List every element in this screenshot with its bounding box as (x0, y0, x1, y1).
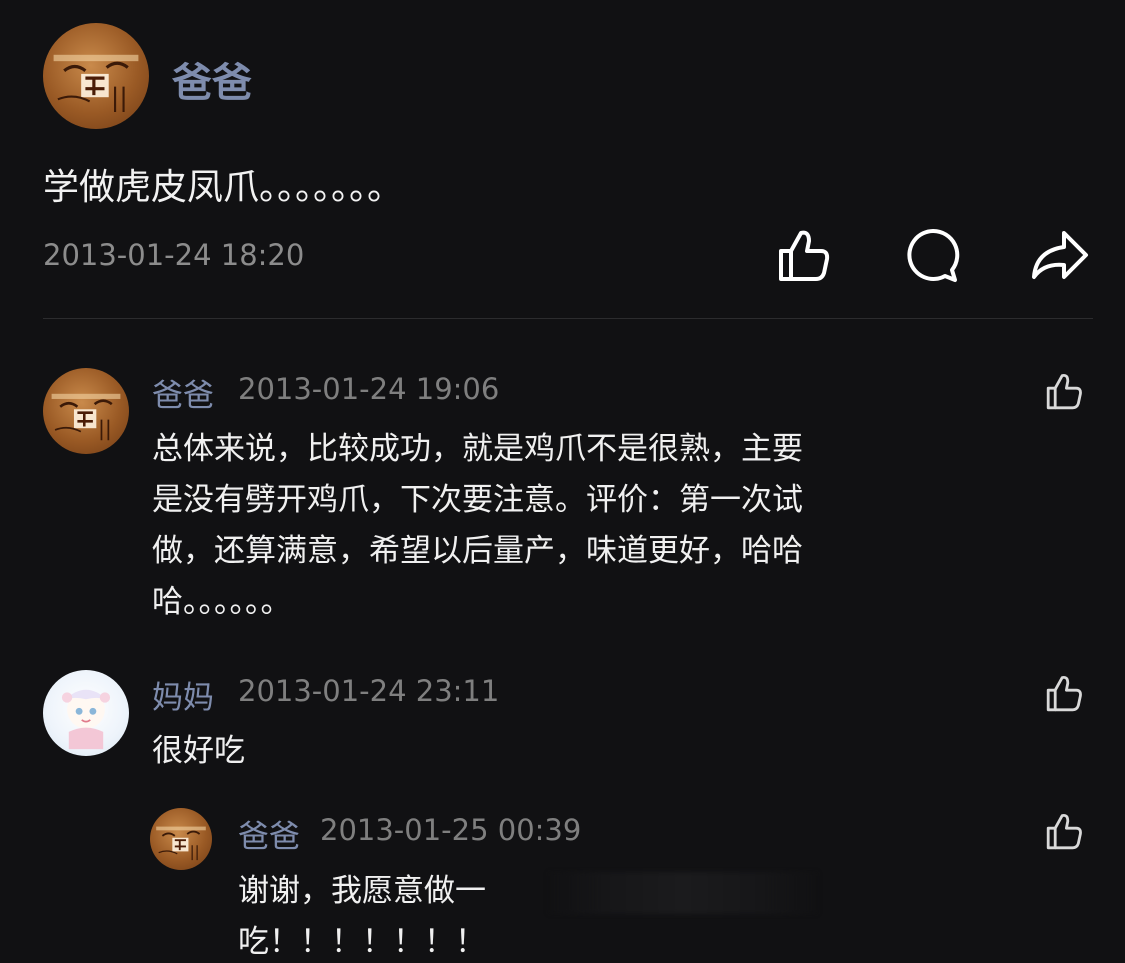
comment-avatar[interactable] (43, 368, 129, 454)
reply-like-icon[interactable] (1044, 810, 1086, 852)
comment-time: 2013-01-24 23:11 (238, 674, 500, 708)
post-author-name[interactable]: 爸爸 (172, 50, 252, 108)
comment-line: 总体来说，比较成功，就是鸡爪不是很熟，主要 (152, 431, 803, 467)
comment-author[interactable]: 妈妈 (152, 672, 214, 717)
share-icon[interactable] (1030, 225, 1090, 285)
post-timestamp: 2013-01-24 18:20 (43, 238, 305, 272)
comment-text: 总体来说，比较成功，就是鸡爪不是很熟，主要 是没有劈开鸡爪，下次要注意。评价：第… (152, 424, 992, 628)
reply-time: 2013-01-25 00:39 (320, 813, 582, 847)
like-icon[interactable] (775, 225, 835, 285)
reply-author[interactable]: 爸爸 (238, 811, 300, 856)
avatar-artwork (53, 54, 139, 113)
comment-text: 很好吃 (152, 733, 245, 769)
comment-line: 做，还算满意，希望以后量产，味道更好，哈哈 (152, 533, 803, 569)
post-content: 学做虎皮凤爪。。。。。。。 (43, 167, 404, 208)
comment-like-icon[interactable] (1044, 370, 1086, 412)
redaction-blur (548, 872, 818, 914)
comment-avatar[interactable] (43, 670, 129, 756)
reply-line: 吃！！！！！！！ (238, 924, 486, 960)
comment-time: 2013-01-24 19:06 (238, 372, 500, 406)
comment-line: 哈。。。。。。 (152, 584, 292, 620)
divider (43, 318, 1093, 319)
reply-avatar[interactable] (150, 808, 212, 870)
comment-author[interactable]: 爸爸 (152, 370, 214, 415)
comment-like-icon[interactable] (1044, 672, 1086, 714)
comment-line: 是没有劈开鸡爪，下次要注意。评价：第一次试 (152, 482, 803, 518)
comment-icon[interactable] (903, 225, 963, 285)
post-author-avatar[interactable] (43, 23, 149, 129)
